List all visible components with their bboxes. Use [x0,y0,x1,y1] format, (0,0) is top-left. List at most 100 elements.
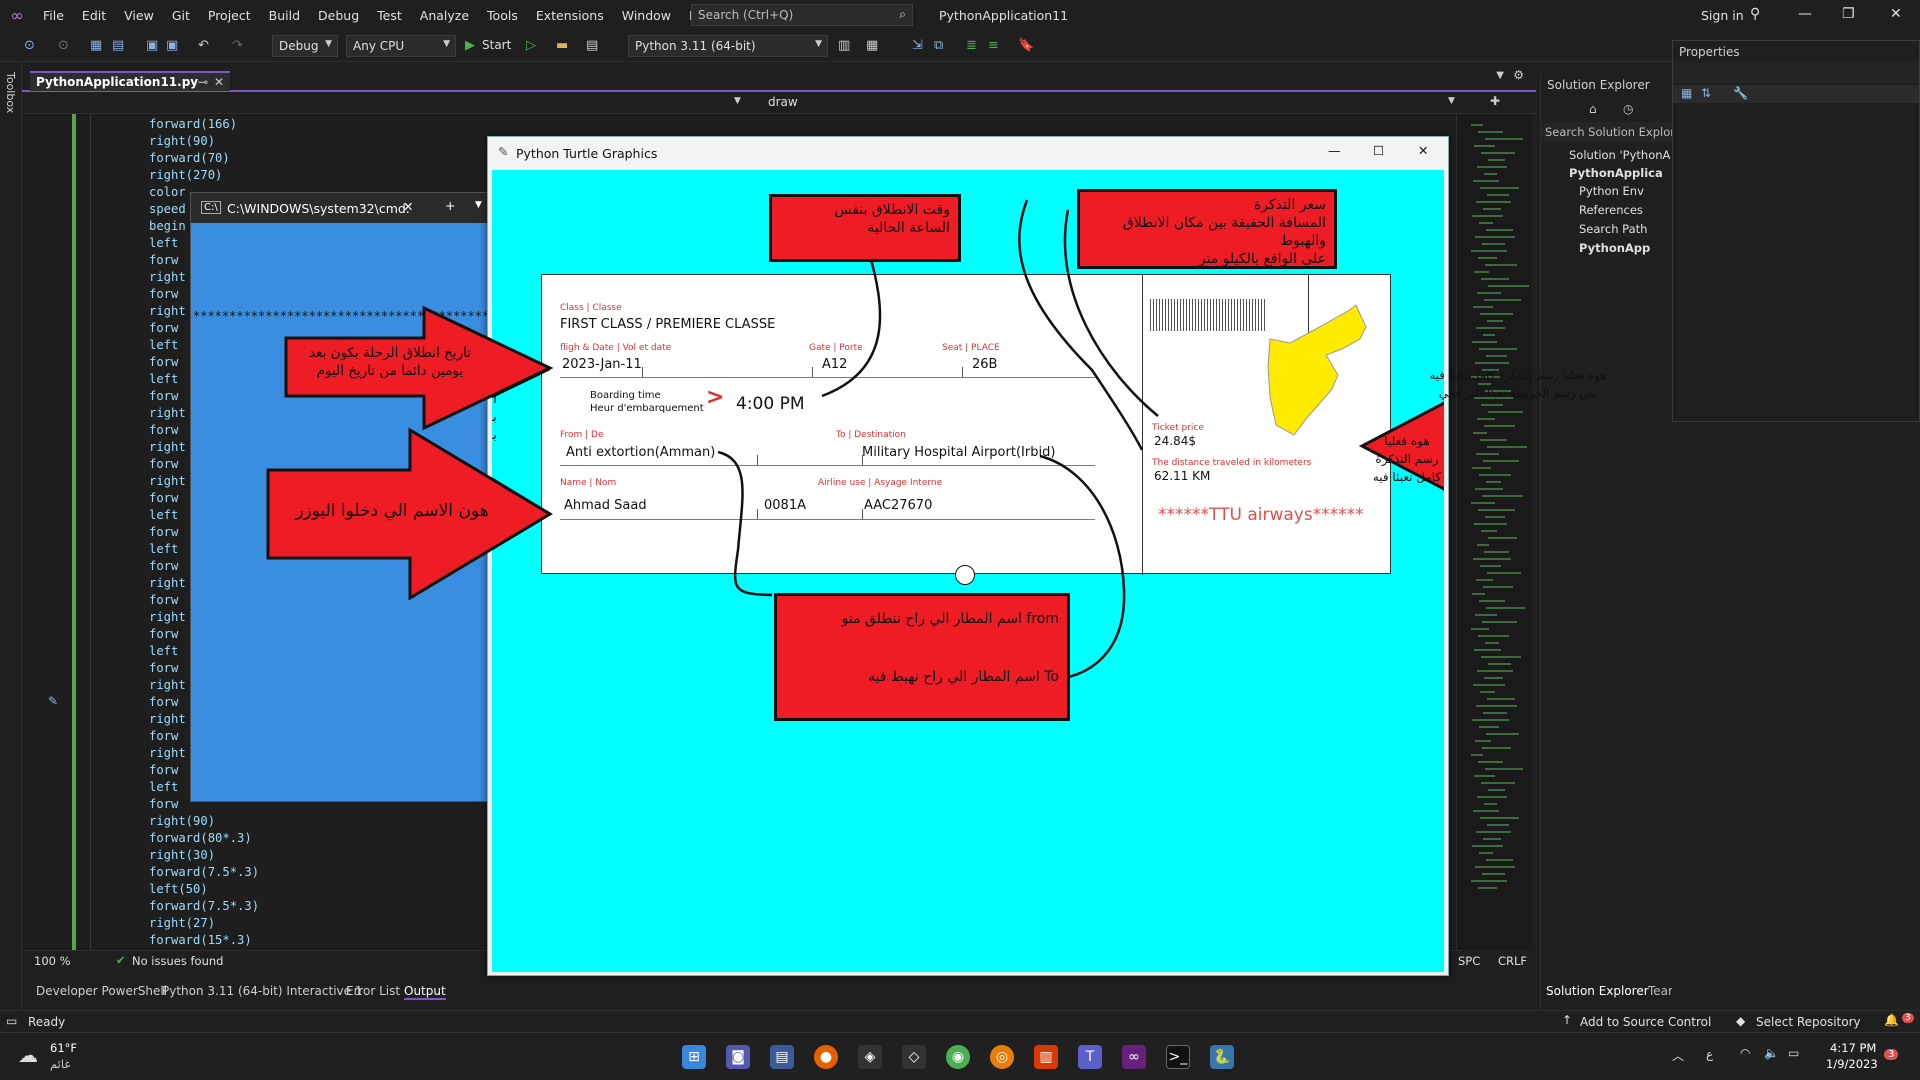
chevron-down-icon[interactable]: ▼ [475,200,482,210]
virtualbox-icon[interactable]: ◈ [858,1045,882,1069]
unity-icon[interactable]: ◇ [902,1045,926,1069]
zoom-level[interactable]: 100 % [34,954,71,968]
tab-output[interactable]: Output [404,984,446,1000]
categorized-icon[interactable]: ▦ [1681,86,1692,100]
tab-python-interactive[interactable]: Python 3.11 (64-bit) Interactive 1 [162,984,362,998]
maximize-icon[interactable]: ☐ [1373,143,1384,158]
select-repository-button[interactable]: Select Repository [1756,1015,1861,1029]
menu-extensions[interactable]: Extensions [527,8,613,23]
line-ending-indicator[interactable]: CRLF [1498,954,1527,968]
menu-view[interactable]: View [115,8,163,23]
tab-overflow-icon[interactable]: ▼ [1496,70,1504,81]
battery-icon[interactable]: ▭ [1788,1046,1799,1060]
office-icon[interactable]: ▥ [1034,1045,1058,1069]
close-icon[interactable]: ✕ [403,199,413,214]
clock-date[interactable]: 1/9/2023 [1826,1057,1878,1071]
menu-project[interactable]: Project [199,8,260,23]
close-icon[interactable]: ✕ [1890,6,1902,22]
start-icon[interactable]: ⊞ [682,1045,706,1069]
chat-icon[interactable]: ◙ [726,1045,750,1069]
notification-badge[interactable]: 3 [1884,1049,1899,1060]
config-dropdown[interactable]: Debug ▼ [272,35,338,57]
start-without-debug-icon[interactable]: ▷ [526,38,536,53]
tab-developer-powershell[interactable]: Developer PowerShell [36,984,167,998]
platform-dropdown[interactable]: Any CPU ▼ [346,35,456,57]
menu-build[interactable]: Build [260,8,309,23]
whitespace-indicator[interactable]: SPC [1458,954,1480,968]
close-icon[interactable]: ✕ [1418,143,1428,158]
back-icon[interactable]: ⊙ [24,38,35,53]
bookmark-icon[interactable]: 🔖 [1018,38,1034,53]
package-icon[interactable]: ▥ [838,38,850,53]
visual-studio-icon[interactable]: ∞ [1122,1045,1146,1069]
layout-icon[interactable]: ▤ [586,38,598,53]
properties-object-selector[interactable] [1673,63,1919,83]
window-layout-icon[interactable]: ▦ [866,38,878,53]
store-icon[interactable]: ▤ [770,1045,794,1069]
folder-icon[interactable]: ▬ [556,38,568,53]
save-all-icon[interactable]: ▣ [166,38,178,53]
chevron-up-icon[interactable]: ︿ [1672,1047,1684,1064]
undo-icon[interactable]: ↶ [198,38,209,53]
menu-test[interactable]: Test [368,8,411,23]
terminal-icon[interactable]: >_ [1166,1045,1190,1069]
solution-search-input[interactable]: Search Solution Explore [1541,122,1673,142]
menu-git[interactable]: Git [163,8,199,23]
menu-debug[interactable]: Debug [309,8,368,23]
start-icon[interactable]: ▶ [465,38,475,53]
tree-project[interactable]: PythonApplica [1569,166,1663,180]
language-indicator[interactable]: ع [1706,1047,1713,1061]
weather-temp[interactable]: 61°F [50,1041,77,1055]
tab-solution-explorer[interactable]: Solution Explorer [1546,984,1649,998]
python-icon[interactable]: 🐍 [1210,1045,1234,1069]
tree-references[interactable]: References [1579,203,1643,217]
tree-solution[interactable]: Solution 'PythonA [1569,148,1670,162]
menu-tools[interactable]: Tools [478,8,527,23]
minimap-scrollbar[interactable] [1456,114,1532,950]
menu-analyze[interactable]: Analyze [411,8,478,23]
new-tab-icon[interactable]: + [445,198,455,213]
chrome-icon[interactable]: ◉ [946,1045,970,1069]
firefox-icon[interactable]: ● [814,1045,838,1069]
step-icon[interactable]: ⇲ [912,38,923,53]
issues-status[interactable]: No issues found [132,954,223,968]
minimize-icon[interactable]: — [1328,143,1341,158]
account-icon[interactable]: ⚲ [1750,6,1760,22]
tab-team-explorer[interactable]: Team Explorer [1648,984,1672,998]
copy-icon[interactable]: ⧉ [934,38,943,53]
scope-dropdown-chevron-icon[interactable]: ▼ [734,96,741,106]
turtle-canvas[interactable]: Class | Classe FIRST CLASS / PREMIERE CL… [492,170,1444,972]
add-to-source-control-button[interactable]: Add to Source Control [1580,1015,1711,1029]
comment-icon[interactable]: ≣ [966,38,977,53]
search-input[interactable]: Search (Ctrl+Q) ⌕ [691,4,913,26]
turtle-title-bar[interactable]: ✎ Python Turtle Graphics — ☐ ✕ [488,137,1448,169]
tab-pythonapplication11[interactable]: PythonApplication11.py ⊸ ✕ [30,71,230,91]
teams-icon[interactable]: T [1078,1045,1102,1069]
volume-icon[interactable]: 🔈 [1764,1046,1779,1060]
tree-python-file[interactable]: PythonApp [1579,241,1650,255]
member-dropdown-chevron-icon[interactable]: ▼ [1448,96,1455,106]
notification-bell-icon[interactable]: 🔔 [1884,1013,1899,1027]
alphabetical-icon[interactable]: ⇅ [1701,86,1711,100]
clock-time[interactable]: 4:17 PM [1830,1041,1876,1055]
cmd-title-bar[interactable]: C:\ C:\WINDOWS\system32\cmd. ✕ + ▼ [191,193,489,223]
history-icon[interactable]: ◷ [1623,102,1633,116]
new-item-icon[interactable]: ▦ [90,38,102,53]
start-button[interactable]: Start [482,38,511,52]
forward-icon[interactable]: ⊙ [58,38,69,53]
split-icon[interactable]: ✚ [1490,94,1500,108]
blender-icon[interactable]: ◎ [990,1045,1014,1069]
home-icon[interactable]: ⌂ [1589,102,1597,116]
menu-edit[interactable]: Edit [73,8,115,23]
uncomment-icon[interactable]: ≡ [988,38,999,53]
redo-icon[interactable]: ↷ [232,38,243,53]
restore-icon[interactable]: ❐ [1842,6,1855,22]
menu-file[interactable]: File [34,8,73,23]
environment-dropdown[interactable]: Python 3.11 (64-bit) ▼ [628,35,828,57]
save-icon[interactable]: ▣ [146,38,158,53]
settings-icon[interactable]: ⚙ [1513,68,1524,82]
turtle-window[interactable]: ✎ Python Turtle Graphics — ☐ ✕ Class | C… [487,136,1449,976]
sign-in-link[interactable]: Sign in [1701,8,1744,23]
tree-search-paths[interactable]: Search Path [1579,222,1647,236]
property-pages-icon[interactable]: 🔧 [1733,86,1748,100]
